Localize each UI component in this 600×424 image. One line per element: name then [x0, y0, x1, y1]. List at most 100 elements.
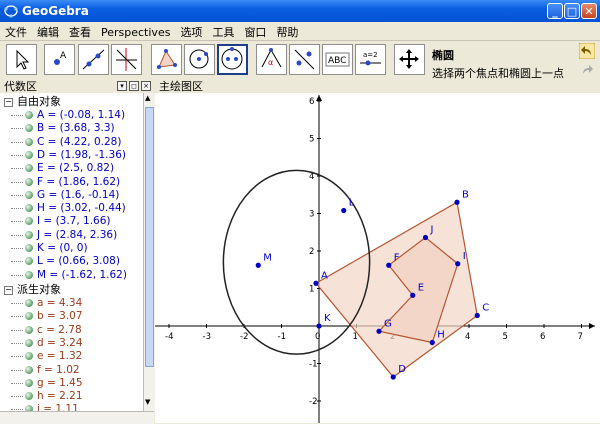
visibility-toggle-icon[interactable]	[25, 204, 33, 213]
menu-options[interactable]: 选项	[175, 22, 207, 40]
visibility-toggle-icon[interactable]	[25, 111, 33, 119]
algebra-panel-title: 代数区 ▾ ◻ ×	[0, 80, 154, 93]
visibility-toggle-icon[interactable]	[25, 217, 33, 226]
free-object-item[interactable]: D = (1.98, -1.36)	[11, 149, 126, 162]
free-object-item[interactable]: M = (-1.62, 1.62)	[11, 268, 127, 282]
visibility-toggle-icon[interactable]	[25, 164, 33, 173]
algebra-vertical-scrollbar[interactable]: ▲ ▼	[143, 93, 155, 411]
visibility-toggle-icon[interactable]	[25, 190, 33, 199]
panel-menu-icon[interactable]: ▾	[117, 81, 127, 91]
circle-tool-button[interactable]	[184, 44, 215, 75]
dependent-object-item[interactable]: f = 1.02	[11, 364, 80, 377]
menu-perspectives[interactable]: Perspectives	[96, 24, 175, 39]
free-object-item[interactable]: L = (0.66, 3.08)	[11, 255, 120, 268]
visibility-toggle-icon[interactable]	[25, 257, 33, 266]
scroll-up-icon[interactable]: ▲	[145, 94, 150, 102]
free-object-item[interactable]: E = (2.5, 0.82)	[11, 162, 114, 175]
panel-close-icon[interactable]: ×	[141, 81, 151, 91]
visibility-toggle-icon[interactable]	[25, 338, 33, 347]
algebra-horizontal-scrollbar[interactable]	[0, 411, 154, 424]
free-object-item[interactable]: G = (1.6, -0.14)	[11, 189, 119, 202]
dependent-object-item[interactable]: d = 3.24	[11, 337, 83, 350]
point-label-M: M	[263, 252, 272, 263]
dependent-objects-header[interactable]: − 派生对象	[4, 283, 61, 296]
dependent-object-item[interactable]: a = 4.34	[11, 297, 82, 310]
ellipse	[222, 169, 371, 355]
free-object-item[interactable]: J = (2.84, 2.36)	[11, 229, 117, 242]
free-object-item[interactable]: K = (0, 0)	[11, 242, 88, 255]
x-tick-label: 6	[540, 332, 545, 342]
visibility-toggle-icon[interactable]	[25, 244, 33, 252]
visibility-toggle-icon[interactable]	[25, 392, 33, 401]
angle-tool-button[interactable]: α	[256, 44, 287, 75]
menu-view[interactable]: 查看	[64, 22, 96, 40]
visibility-toggle-icon[interactable]	[25, 230, 33, 239]
menu-file[interactable]: 文件	[0, 22, 32, 40]
graphics-view[interactable]: -4-3-2-101234567654321-1-2ABCDEFGHIJKLM	[155, 93, 600, 423]
scroll-down-icon[interactable]: ▼	[145, 398, 150, 406]
maximize-button[interactable]: □	[564, 3, 580, 19]
free-object-item[interactable]: C = (4.22, 0.28)	[11, 136, 121, 149]
menu-help[interactable]: 帮助	[271, 22, 303, 40]
point-D	[390, 374, 396, 380]
visibility-toggle-icon[interactable]	[25, 150, 33, 159]
free-object-item[interactable]: B = (3.68, 3.3)	[11, 122, 115, 135]
title-bar: GeoGebra _ □ ✕	[0, 0, 600, 22]
collapse-icon[interactable]: −	[4, 97, 13, 107]
visibility-toggle-icon[interactable]	[25, 299, 33, 307]
x-tick-label: -1	[278, 332, 286, 342]
visibility-toggle-icon[interactable]	[25, 378, 33, 387]
free-object-item[interactable]: I = (3.7, 1.66)	[11, 215, 111, 228]
free-object-item-label: F = (1.86, 1.62)	[37, 175, 121, 188]
collapse-icon[interactable]: −	[4, 285, 13, 295]
visibility-toggle-icon[interactable]	[25, 312, 33, 321]
free-object-item[interactable]: H = (3.02, -0.44)	[11, 202, 126, 215]
point-icon: A	[54, 51, 67, 65]
line-tool-button[interactable]	[78, 44, 109, 75]
dependent-object-item[interactable]: b = 3.07	[11, 310, 83, 323]
move-view-tool-button[interactable]	[394, 44, 425, 75]
dependent-object-item[interactable]: i = 1.11	[11, 403, 79, 411]
slider-tool-button[interactable]: a=2	[355, 44, 386, 75]
point-label-B: B	[462, 189, 469, 200]
dependent-object-item[interactable]: c = 2.78	[11, 324, 82, 337]
free-object-item[interactable]: F = (1.86, 1.62)	[11, 175, 121, 189]
panel-undock-icon[interactable]: ◻	[129, 81, 139, 91]
dependent-object-item[interactable]: g = 1.45	[11, 377, 83, 390]
tree-connector	[11, 274, 23, 276]
free-object-item[interactable]: A = (-0.08, 1.14)	[11, 109, 125, 122]
graphics-canvas[interactable]: -4-3-2-101234567654321-1-2ABCDEFGHIJKLM	[155, 93, 600, 423]
undo-icon[interactable]	[579, 43, 595, 59]
perpendicular-tool-button[interactable]	[111, 44, 142, 75]
visibility-toggle-icon[interactable]	[25, 352, 33, 361]
ellipse-tool-button[interactable]	[217, 44, 248, 75]
visibility-toggle-icon[interactable]	[25, 177, 33, 186]
menu-window[interactable]: 窗口	[239, 22, 271, 40]
dependent-object-item[interactable]: h = 2.21	[11, 390, 83, 403]
minimize-button[interactable]: _	[547, 3, 563, 19]
free-object-item-label: M = (-1.62, 1.62)	[37, 268, 127, 281]
scrollbar-thumb[interactable]	[145, 107, 154, 367]
point-tool-button[interactable]: A	[44, 44, 75, 75]
point-label-H: H	[437, 330, 445, 341]
free-objects-header[interactable]: − 自由对象	[4, 95, 61, 108]
move-tool-button[interactable]	[6, 44, 37, 75]
tree-connector	[11, 382, 23, 384]
visibility-toggle-icon[interactable]	[25, 365, 33, 374]
reflect-tool-button[interactable]	[289, 44, 320, 75]
tree-connector	[11, 221, 23, 223]
menu-tools[interactable]: 工具	[207, 22, 239, 40]
visibility-toggle-icon[interactable]	[25, 325, 33, 334]
menu-edit[interactable]: 编辑	[32, 22, 64, 40]
tree-connector	[11, 261, 23, 263]
polygon-tool-button[interactable]	[151, 44, 182, 75]
text-tool-button[interactable]: ABC	[322, 44, 353, 75]
visibility-toggle-icon[interactable]	[25, 137, 33, 146]
close-button[interactable]: ✕	[581, 3, 597, 19]
redo-icon[interactable]	[579, 62, 595, 78]
point-J	[422, 234, 429, 241]
dependent-object-item[interactable]: e = 1.32	[11, 350, 82, 363]
visibility-toggle-icon[interactable]	[25, 124, 33, 133]
visibility-toggle-icon[interactable]	[25, 270, 33, 279]
perpendicular-line-icon	[116, 48, 137, 71]
